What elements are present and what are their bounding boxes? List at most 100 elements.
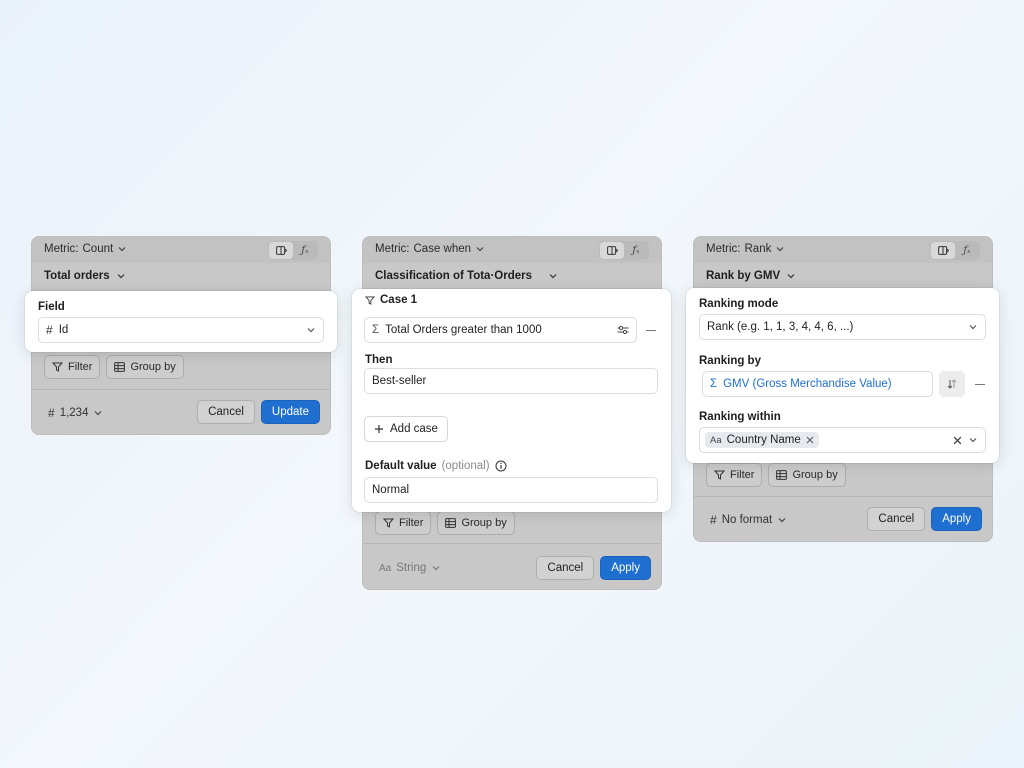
- filter-label: Filter: [730, 469, 755, 481]
- apply-button[interactable]: Apply: [931, 507, 982, 531]
- format-selector[interactable]: # 1,234: [48, 406, 103, 420]
- footer-actions: Cancel Apply: [536, 556, 651, 580]
- filter-icon: [52, 362, 63, 372]
- apply-button[interactable]: Apply: [600, 556, 651, 580]
- metric-label: Metric:: [706, 243, 741, 255]
- ranking-within-select[interactable]: Aa Country Name: [699, 427, 986, 453]
- filter-icon: [383, 518, 394, 528]
- add-case-label: Add case: [390, 423, 438, 435]
- mode-toggle: ƒₓ: [930, 241, 980, 260]
- metric-name-selector[interactable]: Rank by GMV: [706, 270, 796, 282]
- panel-icon[interactable]: [600, 242, 624, 259]
- metric-type-selector[interactable]: Metric: Case when: [375, 243, 485, 255]
- remove-ranking-icon[interactable]: [975, 384, 985, 386]
- divider: [694, 496, 992, 497]
- hash-icon: #: [710, 513, 717, 527]
- ranking-by-input[interactable]: Σ GMV (Gross Merchandise Value): [702, 371, 933, 397]
- ranking-mode-value: Rank (e.g. 1, 1, 3, 4, 4, 6, ...): [707, 321, 854, 333]
- metric-type-selector[interactable]: Metric: Count: [44, 243, 127, 255]
- case-condition-input[interactable]: Σ Total Orders greater than 1000: [364, 317, 637, 343]
- cancel-button[interactable]: Cancel: [536, 556, 595, 580]
- divider: [363, 543, 661, 544]
- chevron-down-icon: [969, 325, 977, 330]
- chip-row: Filter Group by: [375, 511, 515, 535]
- plus-icon: [375, 425, 383, 433]
- filter-button[interactable]: Filter: [706, 463, 763, 487]
- metric-name-selector[interactable]: Classification of Tota·Orders: [375, 270, 558, 282]
- format-value: String: [396, 562, 427, 574]
- text-type-icon: Aa: [379, 562, 392, 574]
- table-icon: [776, 470, 788, 480]
- format-value: No format: [721, 514, 773, 526]
- divider: [32, 389, 330, 390]
- default-value-input[interactable]: Normal: [364, 477, 658, 503]
- group-by-button[interactable]: Group by: [437, 511, 515, 535]
- metric-type-value: Count: [82, 243, 114, 255]
- case-condition-value: Total Orders greater than 1000: [385, 324, 542, 336]
- format-selector[interactable]: # No format: [710, 513, 787, 527]
- filter-button[interactable]: Filter: [44, 355, 101, 379]
- default-value-label: Default value (optional): [365, 460, 507, 472]
- chevron-down-icon: [476, 247, 484, 252]
- metric-name: Total orders: [44, 270, 110, 282]
- chevron-down-icon: [307, 328, 315, 333]
- chevron-down-icon: [117, 274, 125, 279]
- then-value: Best-seller: [372, 375, 427, 387]
- info-icon[interactable]: [495, 460, 507, 472]
- add-case-button[interactable]: Add case: [364, 416, 448, 442]
- panel-icon[interactable]: [269, 242, 293, 259]
- tag-label: Country Name: [726, 434, 801, 446]
- mode-toggle: ƒₓ: [599, 241, 649, 260]
- footer-actions: Cancel Apply: [867, 507, 982, 531]
- metric-name: Classification of Tota·Orders: [375, 270, 532, 282]
- group-by-button[interactable]: Group by: [106, 355, 184, 379]
- field-value: Id: [58, 324, 69, 336]
- chevron-down-icon: [95, 411, 102, 416]
- sort-order-button[interactable]: [939, 371, 965, 397]
- field-select[interactable]: # Id: [38, 317, 324, 343]
- fx-icon[interactable]: ƒₓ: [955, 242, 979, 259]
- group-by-label: Group by: [130, 361, 176, 373]
- metric-type-value: Rank: [744, 243, 772, 255]
- then-input[interactable]: Best-seller: [364, 368, 658, 394]
- clear-icon[interactable]: [953, 436, 962, 445]
- group-by-label: Group by: [792, 469, 838, 481]
- sigma-icon: Σ: [710, 378, 718, 390]
- format-selector[interactable]: Aa String: [379, 562, 441, 574]
- hash-icon: #: [46, 323, 53, 337]
- group-by-label: Group by: [461, 517, 507, 529]
- ranking-mode-select[interactable]: Rank (e.g. 1, 1, 3, 4, 4, 6, ...): [699, 314, 986, 340]
- metric-type-value: Case when: [413, 243, 472, 255]
- ranking-mode-label: Ranking mode: [699, 298, 779, 310]
- fx-icon[interactable]: ƒₓ: [293, 242, 317, 259]
- cancel-button[interactable]: Cancel: [867, 507, 926, 531]
- case-label: Case 1: [380, 294, 418, 306]
- filter-label: Filter: [68, 361, 93, 373]
- close-icon[interactable]: [806, 436, 814, 444]
- panel-icon[interactable]: [931, 242, 955, 259]
- field-popover: Field # Id: [25, 291, 337, 352]
- hash-icon: #: [48, 406, 55, 420]
- filter-label: Filter: [399, 517, 424, 529]
- metric-name: Rank by GMV: [706, 270, 781, 282]
- country-name-tag: Aa Country Name: [705, 432, 819, 448]
- chevron-down-icon: [549, 274, 557, 279]
- filter-button[interactable]: Filter: [375, 511, 432, 535]
- chevron-down-icon: [787, 274, 795, 279]
- cancel-button[interactable]: Cancel: [197, 400, 255, 424]
- chip-row: Filter Group by: [706, 463, 846, 487]
- sort-arrows-icon: [947, 379, 957, 389]
- ranking-by-value: GMV (Gross Merchandise Value): [723, 378, 892, 390]
- default-value-title: Default value: [365, 460, 437, 472]
- remove-case-icon[interactable]: [646, 330, 656, 332]
- fx-icon[interactable]: ƒₓ: [624, 242, 648, 259]
- chevron-down-icon: [778, 518, 786, 523]
- metric-type-selector[interactable]: Metric: Rank: [706, 243, 785, 255]
- group-by-button[interactable]: Group by: [768, 463, 846, 487]
- settings-sliders-icon[interactable]: [617, 325, 629, 335]
- update-button[interactable]: Update: [260, 400, 320, 424]
- table-icon: [114, 362, 126, 372]
- chevron-down-icon: [969, 438, 977, 443]
- metric-name-selector[interactable]: Total orders: [44, 270, 126, 282]
- sigma-icon: Σ: [372, 324, 380, 336]
